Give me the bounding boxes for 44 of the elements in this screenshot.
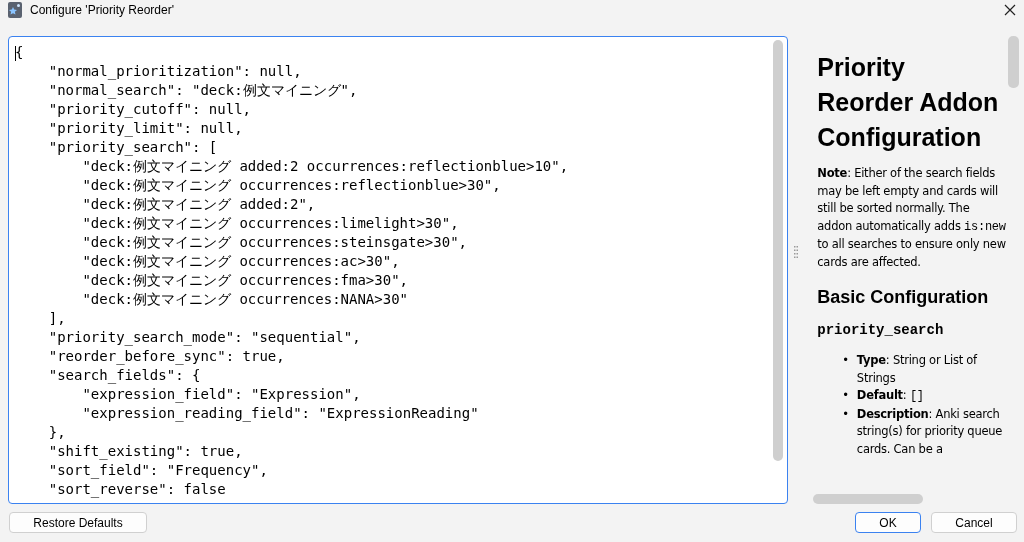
code-line: "search_fields": { — [47, 366, 202, 385]
list-item: Default: [] — [856, 387, 924, 405]
code-line: "priority_search_mode": "sequential", — [47, 328, 362, 347]
code-line: "expression_field": "Expression", — [81, 385, 362, 404]
close-icon[interactable] — [1004, 4, 1016, 16]
code-line: "shift_existing": true, — [47, 442, 244, 461]
code-line: "deck:例文マイニング occurrences:ac>30", — [81, 252, 401, 271]
code-line: "priority_search": [ — [47, 138, 219, 157]
code-line: "reorder_before_sync": true, — [47, 347, 286, 366]
code-line: "deck:例文マイニング added:2", — [81, 195, 317, 214]
code-line: "deck:例文マイニング occurrences:limelight>30", — [81, 214, 460, 233]
code-line: "sort_reverse": false — [47, 480, 227, 499]
code-line: "normal_search": "deck:例文マイニング", — [47, 81, 359, 100]
code-line: }, — [47, 423, 67, 442]
dialog-button[interactable]: Restore Defaults — [9, 512, 147, 533]
section-heading: Basic Configuration — [817, 287, 990, 308]
code-line: "normal_prioritization": null, — [47, 62, 303, 81]
code-line: "deck:例文マイニング added:2 occurrences:reflectionblue>10", — [81, 157, 570, 176]
code-line: "deck:例文マイニング occurrences:NANA>30" — [81, 290, 409, 309]
code-line: ], — [47, 309, 67, 328]
scrollbar[interactable] — [1008, 36, 1019, 88]
code-line: "priority_cutoff": null, — [47, 100, 252, 119]
code-line: "deck:例文マイニング occurrences:reflectionblue>30", — [81, 176, 502, 195]
splitter-grip-icon[interactable] — [793, 246, 798, 258]
code-line: "deck:例文マイニング occurrences:steinsgate>30", — [81, 233, 468, 252]
list-item: Type: String or List of Strings — [856, 352, 979, 387]
code-line: "priority_limit": null, — [47, 119, 244, 138]
scrollbar[interactable] — [773, 40, 784, 461]
note-text: Note: Either of the search fields may be left empty and cards will still be sorted normally. The addon automatically adds is:new to all searches to ensure only new cards are affected. — [817, 165, 1007, 271]
list-bullet: • — [842, 405, 849, 423]
scrollbar[interactable] — [813, 494, 924, 504]
app-icon — [8, 2, 22, 18]
help-title: Priority Reorder Addon Configuration — [817, 52, 1000, 153]
dialog-button[interactable]: OK — [855, 512, 921, 533]
option-name: priority_search — [817, 322, 944, 338]
list-bullet: • — [842, 352, 849, 369]
dialog-button[interactable]: Cancel — [931, 512, 1017, 533]
code-line: "sort_field": "Frequency", — [47, 461, 269, 480]
code-line: "deck:例文マイニング occurrences:fma>30", — [81, 271, 409, 290]
window-title: Configure 'Priority Reorder' — [30, 3, 175, 17]
list-bullet: • — [842, 387, 849, 404]
code-line: "expression_reading_field": "ExpressionReading" — [81, 404, 480, 423]
list-item: Description: Anki search string(s) for priority queue cards. Can be a — [856, 405, 1004, 458]
code-line: { — [15, 43, 25, 62]
